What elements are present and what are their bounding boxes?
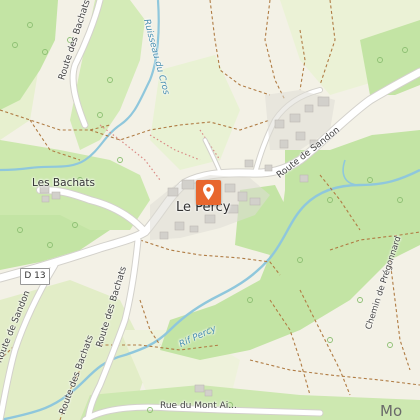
map-canvas[interactable]: D 13 Route des Bachats Route de Sandon R… — [0, 0, 420, 420]
road-shield-d13: D 13 — [20, 268, 50, 285]
location-pin-icon — [203, 184, 214, 200]
location-marker[interactable] — [196, 180, 221, 205]
place-label-les-bachats: Les Bachats — [32, 177, 96, 189]
road-label-rue-du-mont-aiguille: Rue du Mont Ai... — [160, 401, 237, 411]
place-label-mo-partial: Mo — [380, 402, 403, 420]
